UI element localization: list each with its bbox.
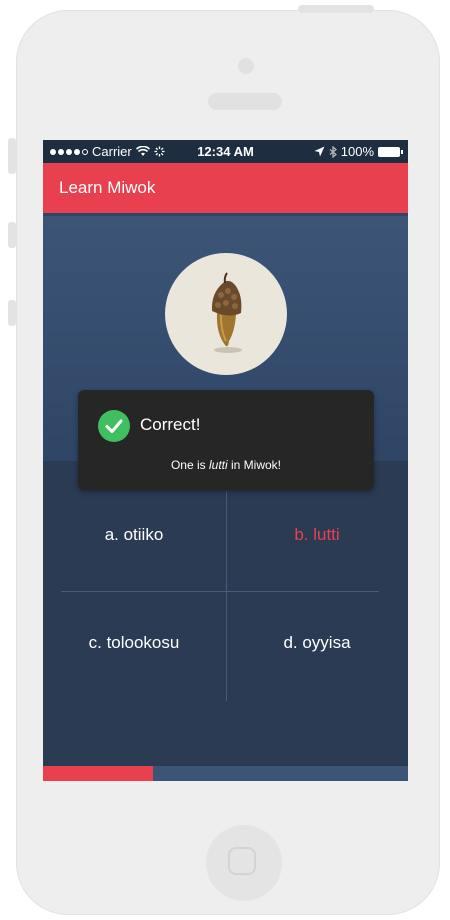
status-bar: Carrier 12:34 AM 100% [43, 140, 408, 163]
battery-icon [378, 146, 403, 157]
status-right: 100% [314, 144, 403, 159]
answer-option-b[interactable]: b. lutti [226, 481, 408, 589]
app-screen: Carrier 12:34 AM 100% Learn Miwok a. oti… [43, 140, 408, 781]
app-bar: Learn Miwok [43, 163, 408, 216]
answer-option-a[interactable]: a. otiiko [43, 481, 225, 589]
home-button[interactable] [206, 825, 282, 901]
earpiece-speaker [208, 93, 282, 110]
progress-bar [43, 766, 408, 781]
bluetooth-icon [329, 145, 337, 158]
power-button[interactable] [298, 5, 374, 13]
battery-percent: 100% [340, 144, 374, 159]
answer-option-c[interactable]: c. tolookosu [43, 589, 225, 697]
acorn-icon [211, 272, 242, 353]
toast-heading: Correct! [140, 415, 201, 434]
answer-grid: a. otiiko b. lutti c. tolookosu d. oyyis… [43, 461, 408, 766]
toast-message-after: in Miwok! [227, 458, 282, 472]
mute-switch[interactable] [8, 138, 16, 174]
toast-message-before: One is [170, 458, 209, 472]
location-arrow-icon [314, 146, 325, 157]
question-image [165, 253, 287, 375]
front-camera [238, 58, 254, 74]
home-button-icon [228, 847, 256, 875]
progress-fill [43, 766, 153, 781]
toast-message: One is lutti in Miwok! [78, 458, 374, 472]
volume-down-button[interactable] [8, 300, 16, 326]
app-title: Learn Miwok [59, 178, 156, 197]
answer-option-d[interactable]: d. oyyisa [226, 589, 408, 697]
toast-message-word: lutti [208, 458, 228, 472]
feedback-toast: Correct! One is lutti in Miwok! [78, 390, 374, 490]
check-circle-icon [98, 410, 130, 442]
volume-up-button[interactable] [8, 222, 16, 248]
